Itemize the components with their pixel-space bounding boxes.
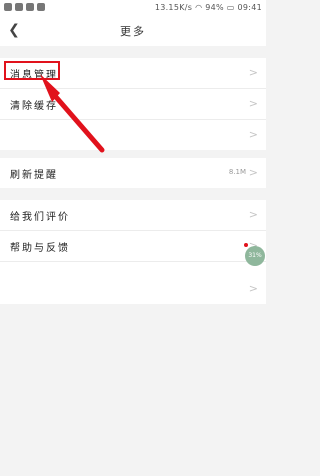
floating-ball-button[interactable]: 31% <box>245 246 265 266</box>
notification-dot <box>244 243 248 247</box>
red-arrow-annotation <box>40 74 105 153</box>
arrow-shaft <box>53 94 105 153</box>
